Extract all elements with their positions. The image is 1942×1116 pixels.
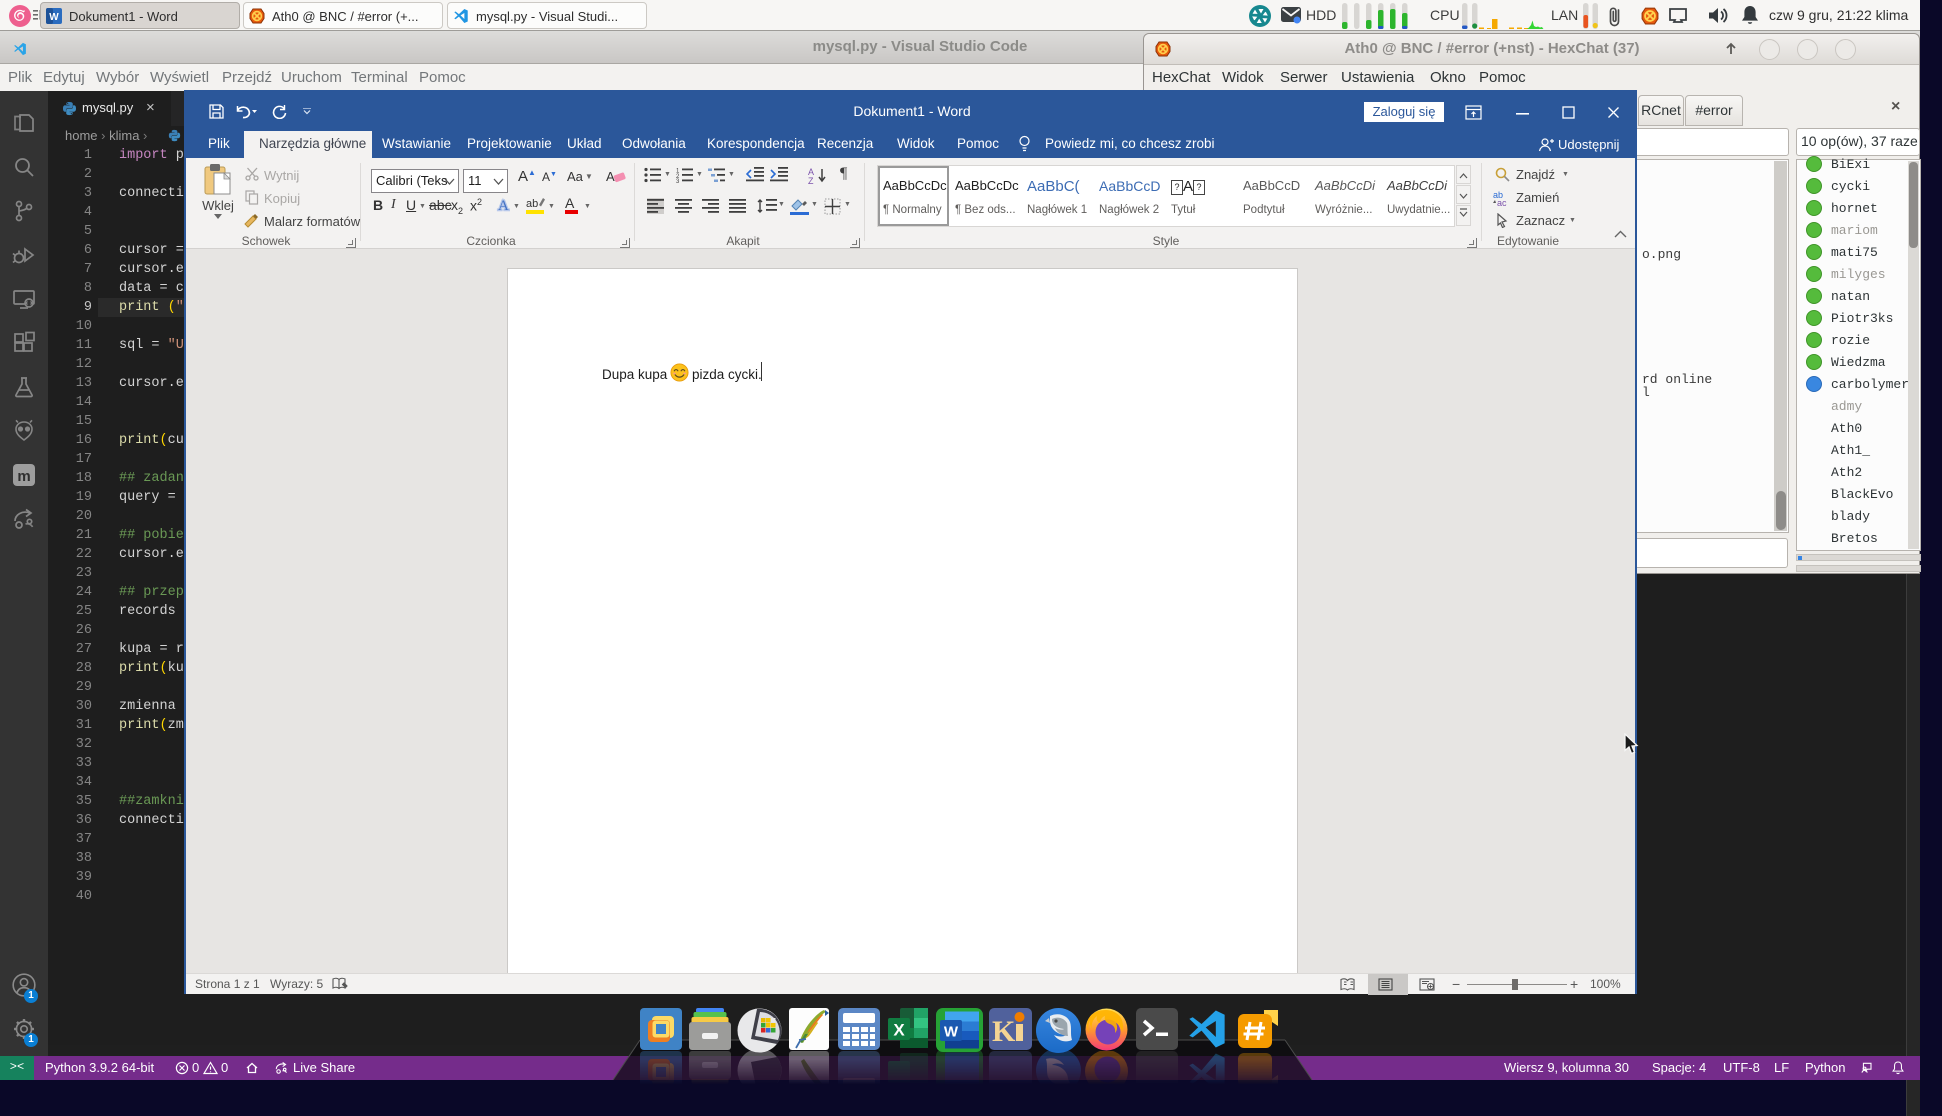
svg-text:ab: ab: [526, 198, 538, 210]
svg-text:ac: ac: [1497, 198, 1507, 206]
svg-text:X: X: [893, 1021, 905, 1040]
svg-text:W: W: [944, 1024, 959, 1041]
svg-text:Z: Z: [808, 176, 814, 184]
svg-text:W: W: [49, 12, 59, 23]
svg-text:m: m: [17, 468, 30, 485]
svg-text:A: A: [498, 198, 509, 214]
svg-text:A: A: [606, 169, 615, 184]
svg-text:3: 3: [676, 179, 680, 183]
svg-text:K: K: [992, 1015, 1016, 1048]
